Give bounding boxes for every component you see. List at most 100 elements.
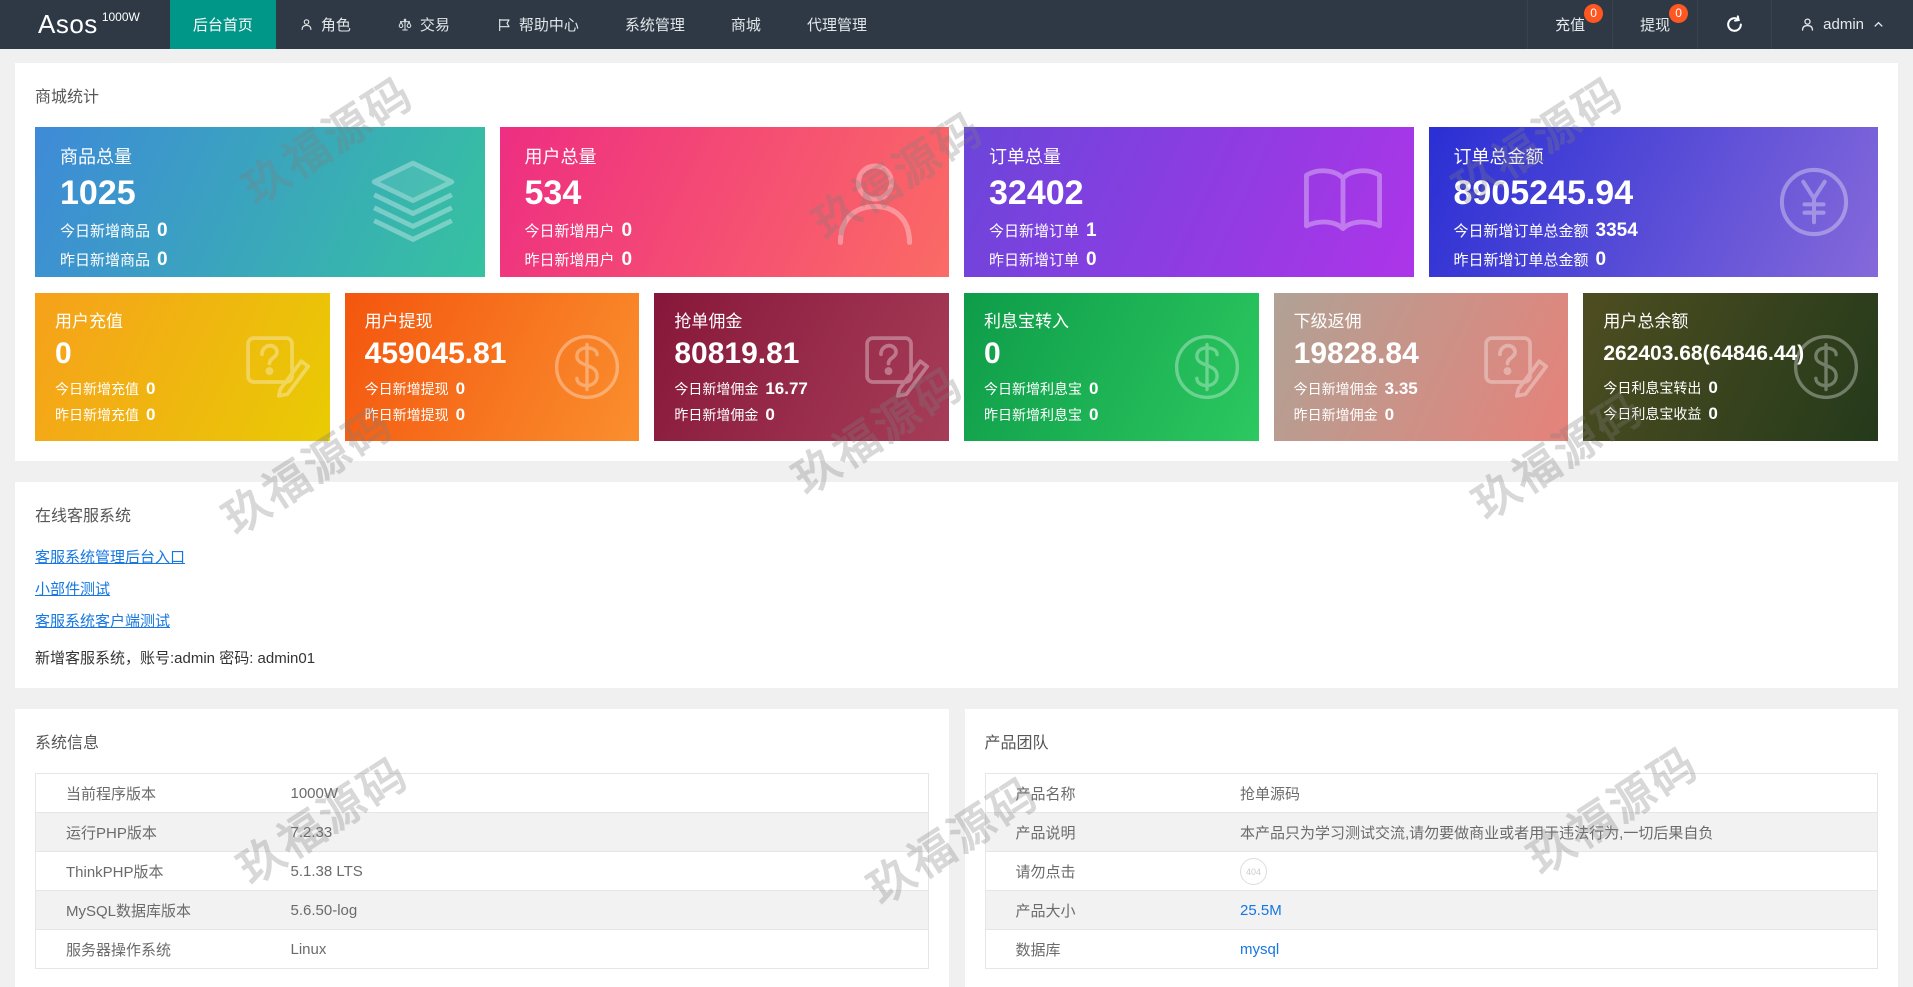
nav-item-mall[interactable]: 商城: [708, 0, 784, 49]
app-logo[interactable]: Asos 1000W: [0, 0, 170, 49]
row-value: mysql: [1240, 929, 1878, 969]
yen-circle-icon: [1776, 164, 1852, 240]
nav-actions: 充值 0 提现 0: [1527, 0, 1697, 49]
stat-card-user-withdraw: 用户提现 459045.81 今日新增提现 0 昨日新增提现 0: [344, 293, 640, 441]
recharge-button[interactable]: 充值 0: [1527, 0, 1612, 49]
stat-card-subline: 今日利息宝收益 0: [1603, 403, 1718, 423]
stat-card-title: 用户总余额: [1603, 312, 1689, 331]
person-icon: [827, 154, 923, 250]
flag-icon: [496, 17, 512, 33]
system-info-row: 服务器操作系统 Linux: [35, 929, 928, 969]
row-label: 运行PHP版本: [35, 812, 291, 852]
layers-icon: [367, 156, 459, 248]
stat-card-subline: 昨日新增佣金 0: [1293, 404, 1395, 424]
system-info-title: 系统信息: [35, 735, 100, 752]
broken-image-404-icon[interactable]: 404: [1240, 857, 1267, 885]
service-link-widget-test[interactable]: 小部件测试: [35, 578, 110, 599]
service-panel: 在线客服系统 客服系统管理后台入口 小部件测试 客服系统客户端测试 新增客服系统，账…: [15, 482, 1898, 688]
system-info-row: 运行PHP版本 7.2.33: [35, 812, 928, 852]
notification-badge: 0: [1584, 4, 1604, 23]
stat-card-interest-in: 利息宝转入 0 今日新增利息宝 0 昨日新增利息宝 0: [963, 293, 1259, 441]
dollar-circle-icon: [551, 331, 623, 403]
row-label: 当前程序版本: [66, 785, 157, 803]
row-value: 5.6.50-log: [290, 890, 928, 930]
nav-item-agent-manage[interactable]: 代理管理: [784, 0, 890, 49]
stat-card-users-total: 用户总量 534 今日新增用户 0 昨日新增用户 0: [499, 127, 949, 277]
row-value: 5.1.38 LTS: [290, 851, 928, 891]
product-team-row: 数据库 mysql: [985, 929, 1878, 969]
value-link[interactable]: 25.5M: [1240, 902, 1282, 919]
stat-card-user-balance: 用户总余额 262403.68(64846.44) 今日利息宝转出 0 今日利息宝收益 0: [1583, 293, 1878, 441]
stats-row-1: 商品总量 1025 今日新增商品 0 昨日新增商品 0 用户总量 534 今日新增用户 0 昨日新增…: [35, 127, 1878, 277]
service-account-note: 新增客服系统，账号:admin 密码: admin01: [35, 650, 316, 667]
stats-row-2: 用户充值 0 今日新增充值 0 昨日新增充值 0 用户提现 459045.81 今日新增提现 0 昨…: [35, 293, 1878, 441]
row-label: 产品说明: [985, 812, 1240, 852]
row-label: 产品大小: [985, 890, 1240, 930]
stat-card-user-recharge: 用户充值 0 今日新增充值 0 昨日新增充值 0: [35, 293, 330, 441]
question-edit-icon: [1478, 330, 1552, 404]
nav-item-label: 系统管理: [624, 17, 685, 34]
stat-card-title: 用户充值: [55, 312, 123, 331]
product-team-row: 产品大小 25.5M: [985, 890, 1878, 930]
logo-version: 1000W: [101, 10, 140, 24]
nav-item-home[interactable]: 后台首页: [169, 0, 276, 49]
product-team-panel: 产品团队 产品名称 抢单源码 产品说明 本产品只为学习测试交流,请勿要做商业或者用于违…: [964, 709, 1898, 987]
withdraw-button[interactable]: 提现 0: [1612, 0, 1697, 49]
stat-card-subline: 昨日新增商品 0: [60, 249, 168, 271]
product-team-title: 产品团队: [984, 735, 1049, 752]
nav-item-roles[interactable]: 角色: [276, 0, 374, 49]
mall-stats-title: 商城统计: [35, 89, 100, 106]
refresh-button[interactable]: [1697, 0, 1771, 49]
product-team-row: 请勿点击 404: [985, 851, 1878, 891]
row-value: 本产品只为学习测试交流,请勿要做商业或者用于违法行为,一切后果自负: [1240, 812, 1878, 852]
stat-card-subline: 昨日新增佣金 0: [674, 404, 775, 424]
stat-card-title: 利息宝转入: [983, 312, 1069, 331]
nav-item-label: 代理管理: [806, 17, 867, 34]
system-info-row: MySQL数据库版本 5.6.50-log: [35, 890, 928, 930]
scales-icon: [397, 17, 413, 33]
stat-card-subline: 昨日新增提现 0: [364, 404, 466, 424]
stat-card-subline: 昨日新增利息宝 0: [983, 404, 1099, 424]
system-info-row: ThinkPHP版本 5.1.38 LTS: [35, 851, 928, 891]
value-link[interactable]: mysql: [1240, 941, 1279, 958]
row-label: ThinkPHP版本: [35, 851, 291, 891]
system-info-row: 当前程序版本 1000W: [36, 774, 929, 813]
stat-card-order-commission: 抢单佣金 80819.81 今日新增佣金 16.77 昨日新增佣金 0: [654, 293, 949, 441]
nav-item-label: 后台首页: [192, 17, 253, 34]
main-content: 商城统计 商品总量 1025 今日新增商品 0 昨日新增商品 0 用户总量 534 今日新增用户…: [0, 49, 1913, 987]
service-link-admin-entry[interactable]: 客服系统管理后台入口: [35, 546, 185, 567]
dollar-circle-icon: [1171, 331, 1243, 403]
row-value: Linux: [290, 929, 928, 969]
row-label: 服务器操作系统: [35, 929, 291, 969]
nav-item-system-manage[interactable]: 系统管理: [602, 0, 708, 49]
row-value: 404: [1240, 851, 1878, 891]
bottom-row: 系统信息 当前程序版本 1000W 运行PHP版本 7.2.33 ThinkPHP版本 5…: [15, 709, 1898, 987]
service-link-client-test[interactable]: 客服系统客户端测试: [35, 610, 170, 631]
chevron-up-icon: [1871, 17, 1886, 32]
nav-item-trade[interactable]: 交易: [374, 0, 473, 49]
top-navbar: Asos 1000W 后台首页 角色 交易 帮助中心 系统管理 商城 代理管理 充值 0 提现 0…: [0, 0, 1913, 49]
stat-card-title: 下级返佣: [1293, 312, 1362, 331]
nav-item-label: 帮助中心: [518, 17, 579, 34]
row-value: 25.5M: [1240, 890, 1878, 930]
stat-card-subline: 昨日新增订单 0: [989, 249, 1097, 271]
product-team-row: 产品说明 本产品只为学习测试交流,请勿要做商业或者用于违法行为,一切后果自负: [985, 812, 1878, 852]
row-label: 数据库: [985, 929, 1240, 969]
nav-action-label: 提现: [1640, 17, 1671, 34]
row-label: MySQL数据库版本: [35, 890, 291, 930]
nav-right: 充值 0 提现 0 admin: [1527, 0, 1913, 49]
stat-card-orders-total: 订单总量 32402 今日新增订单 1 昨日新增订单 0: [964, 127, 1414, 277]
nav-item-label: 商城: [730, 17, 761, 34]
product-team-table: 产品名称 抢单源码 产品说明 本产品只为学习测试交流,请勿要做商业或者用于违法行为,一…: [984, 773, 1878, 969]
stat-card-sub-rebate: 下级返佣 19828.84 今日新增佣金 3.35 昨日新增佣金 0: [1273, 293, 1569, 441]
mall-stats-panel: 商城统计 商品总量 1025 今日新增商品 0 昨日新增商品 0 用户总量 534 今日新增用户…: [15, 63, 1898, 461]
system-info-table: 当前程序版本 1000W 运行PHP版本 7.2.33 ThinkPHP版本 5.1.38…: [35, 773, 929, 969]
row-value: 抢单源码: [1240, 785, 1301, 803]
user-menu[interactable]: admin: [1771, 0, 1913, 49]
refresh-icon: [1725, 15, 1744, 34]
question-edit-icon: [859, 330, 933, 404]
nav-item-help-center[interactable]: 帮助中心: [473, 0, 602, 49]
user-icon: [299, 17, 314, 32]
stat-card-goods-total: 商品总量 1025 今日新增商品 0 昨日新增商品 0: [35, 127, 485, 277]
service-links: 客服系统管理后台入口 小部件测试客服系统客户端测试: [35, 546, 1878, 631]
